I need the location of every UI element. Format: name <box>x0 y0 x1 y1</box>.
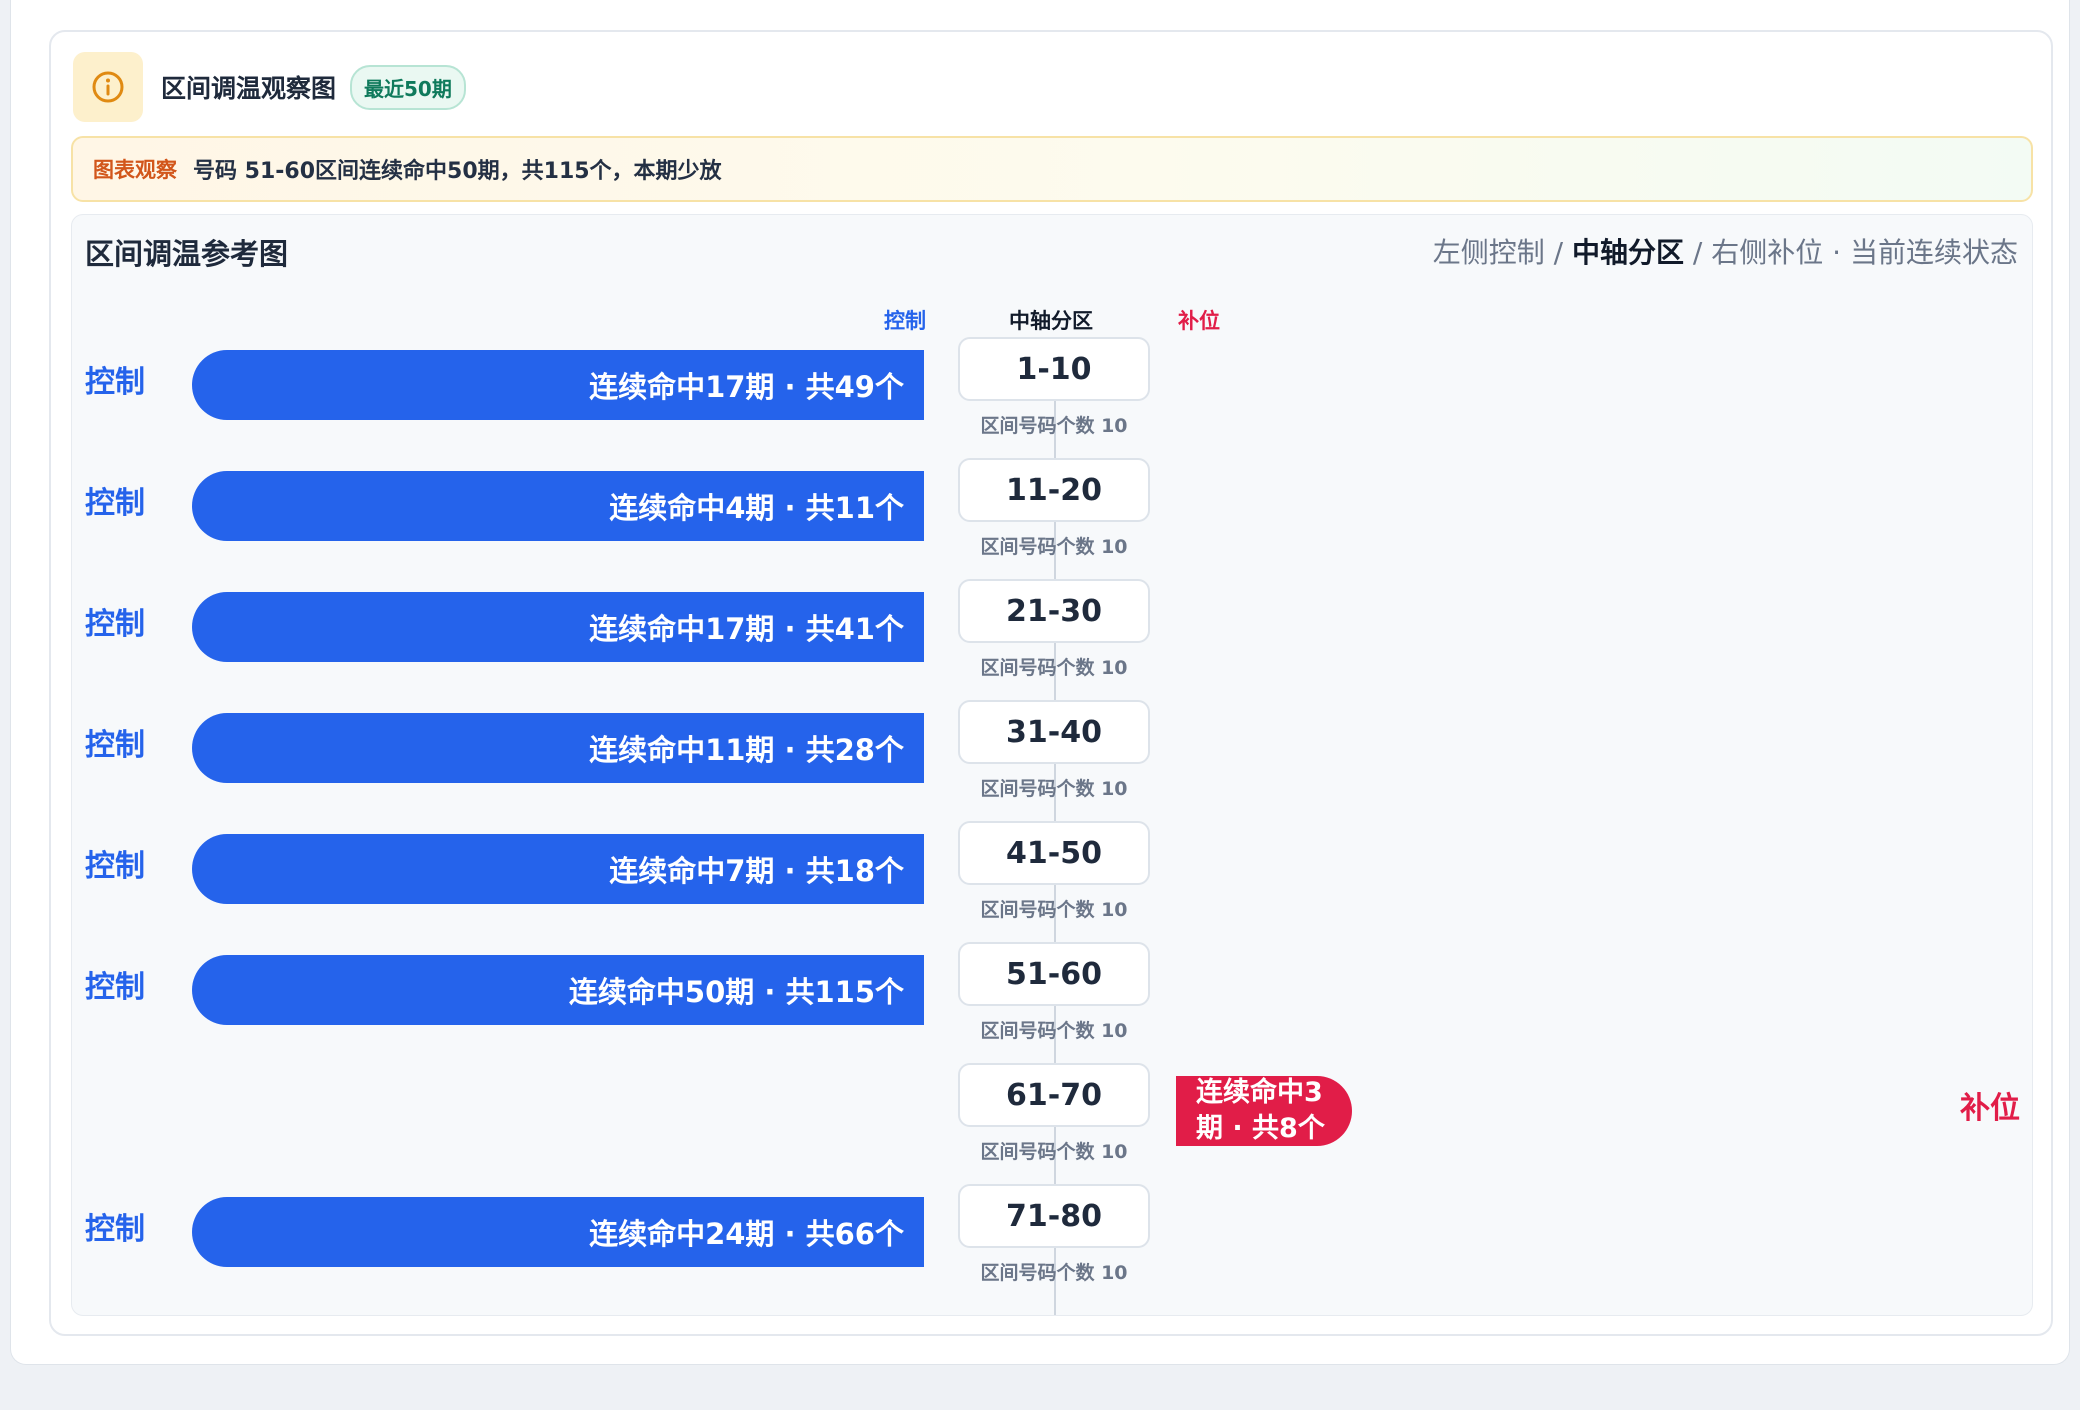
zone-row: 控制 连续命中17期 · 共41个 21-30 区间号码个数 10 <box>72 569 2032 689</box>
legend-left: 左侧控制 <box>1432 236 1545 269</box>
zone-box: 31-40 <box>958 700 1150 764</box>
zone-row: 控制 连续命中4期 · 共11个 11-20 区间号码个数 10 <box>72 448 2032 568</box>
zone-row: 控制 连续命中50期 · 共115个 51-60 区间号码个数 10 <box>72 932 2032 1052</box>
control-bar: 连续命中11期 · 共28个 <box>192 713 924 783</box>
page-frame: 区间调温观察图 最近50期 图表观察 号码 51-60区间连续命中50期，共11… <box>10 0 2070 1365</box>
legend-right: 右侧补位 <box>1711 236 1824 269</box>
control-bar: 连续命中50期 · 共115个 <box>192 955 924 1025</box>
zone-row: 控制 连续命中24期 · 共66个 71-80 区间号码个数 10 <box>72 1174 2032 1294</box>
control-label: 控制 <box>85 728 145 763</box>
control-bar: 连续命中17期 · 共49个 <box>192 350 924 420</box>
legend-state: 当前连续状态 <box>1849 236 2018 269</box>
legend-separator: / <box>1684 236 1712 269</box>
fill-bar-text: 连续命中3期 · 共8个 <box>1196 1077 1325 1144</box>
zone-box: 11-20 <box>958 458 1150 522</box>
zone-box: 71-80 <box>958 1184 1150 1248</box>
control-label: 控制 <box>85 486 145 521</box>
zone-box: 1-10 <box>958 337 1150 401</box>
observation-banner: 图表观察 号码 51-60区间连续命中50期，共115个，本期少放 <box>71 136 2033 202</box>
info-icon <box>73 52 143 122</box>
zone-count: 区间号码个数 10 <box>980 1262 1128 1284</box>
zone-count: 区间号码个数 10 <box>980 657 1128 679</box>
zone-row: 控制 连续命中7期 · 共18个 41-50 区间号码个数 10 <box>72 811 2032 931</box>
control-bar: 连续命中4期 · 共11个 <box>192 471 924 541</box>
control-label: 控制 <box>85 365 145 400</box>
zone-box: 41-50 <box>958 821 1150 885</box>
zone-count: 区间号码个数 10 <box>980 899 1128 921</box>
fill-bar: 连续命中3期 · 共8个 <box>1176 1076 1352 1146</box>
zone-row: 控制 连续命中17期 · 共49个 1-10 区间号码个数 10 <box>72 327 2032 447</box>
period-badge: 最近50期 <box>350 64 466 110</box>
control-label: 控制 <box>85 607 145 642</box>
zone-count: 区间号码个数 10 <box>980 1141 1128 1163</box>
legend-separator: / <box>1544 236 1573 269</box>
zone-count: 区间号码个数 10 <box>980 415 1128 437</box>
zone-count: 区间号码个数 10 <box>980 1020 1128 1042</box>
control-label: 控制 <box>85 970 145 1005</box>
observation-label: 图表观察 <box>93 158 177 182</box>
card-header: 区间调温观察图 最近50期 <box>73 52 466 122</box>
zone-box: 61-70 <box>958 1063 1150 1127</box>
zone-count: 区间号码个数 10 <box>980 778 1128 800</box>
card-title: 区间调温观察图 <box>161 74 337 103</box>
zone-row: 61-70 区间号码个数 10 连续命中3期 · 共8个 补位 <box>72 1053 2032 1173</box>
zone-box: 51-60 <box>958 942 1150 1006</box>
legend-dot: · <box>1823 236 1850 269</box>
zone-box: 21-30 <box>958 579 1150 643</box>
panel-title: 区间调温参考图 <box>85 237 289 271</box>
zone-count: 区间号码个数 10 <box>980 536 1128 558</box>
zone-row: 控制 连续命中11期 · 共28个 31-40 区间号码个数 10 <box>72 690 2032 810</box>
fill-label: 补位 <box>1960 1091 2020 1126</box>
control-label: 控制 <box>85 849 145 884</box>
chart-panel: 区间调温参考图 左侧控制 / 中轴分区 / 右侧补位 · 当前连续状态 控制 中… <box>71 214 2033 1316</box>
control-bar: 连续命中17期 · 共41个 <box>192 592 924 662</box>
legend: 左侧控制 / 中轴分区 / 右侧补位 · 当前连续状态 <box>1433 231 2018 271</box>
interval-card: 区间调温观察图 最近50期 图表观察 号码 51-60区间连续命中50期，共11… <box>49 30 2053 1336</box>
observation-text: 号码 51-60区间连续命中50期，共115个，本期少放 <box>193 159 722 184</box>
control-bar: 连续命中7期 · 共18个 <box>192 834 924 904</box>
control-bar: 连续命中24期 · 共66个 <box>192 1197 924 1267</box>
control-label: 控制 <box>85 1212 145 1247</box>
legend-center: 中轴分区 <box>1572 236 1685 269</box>
